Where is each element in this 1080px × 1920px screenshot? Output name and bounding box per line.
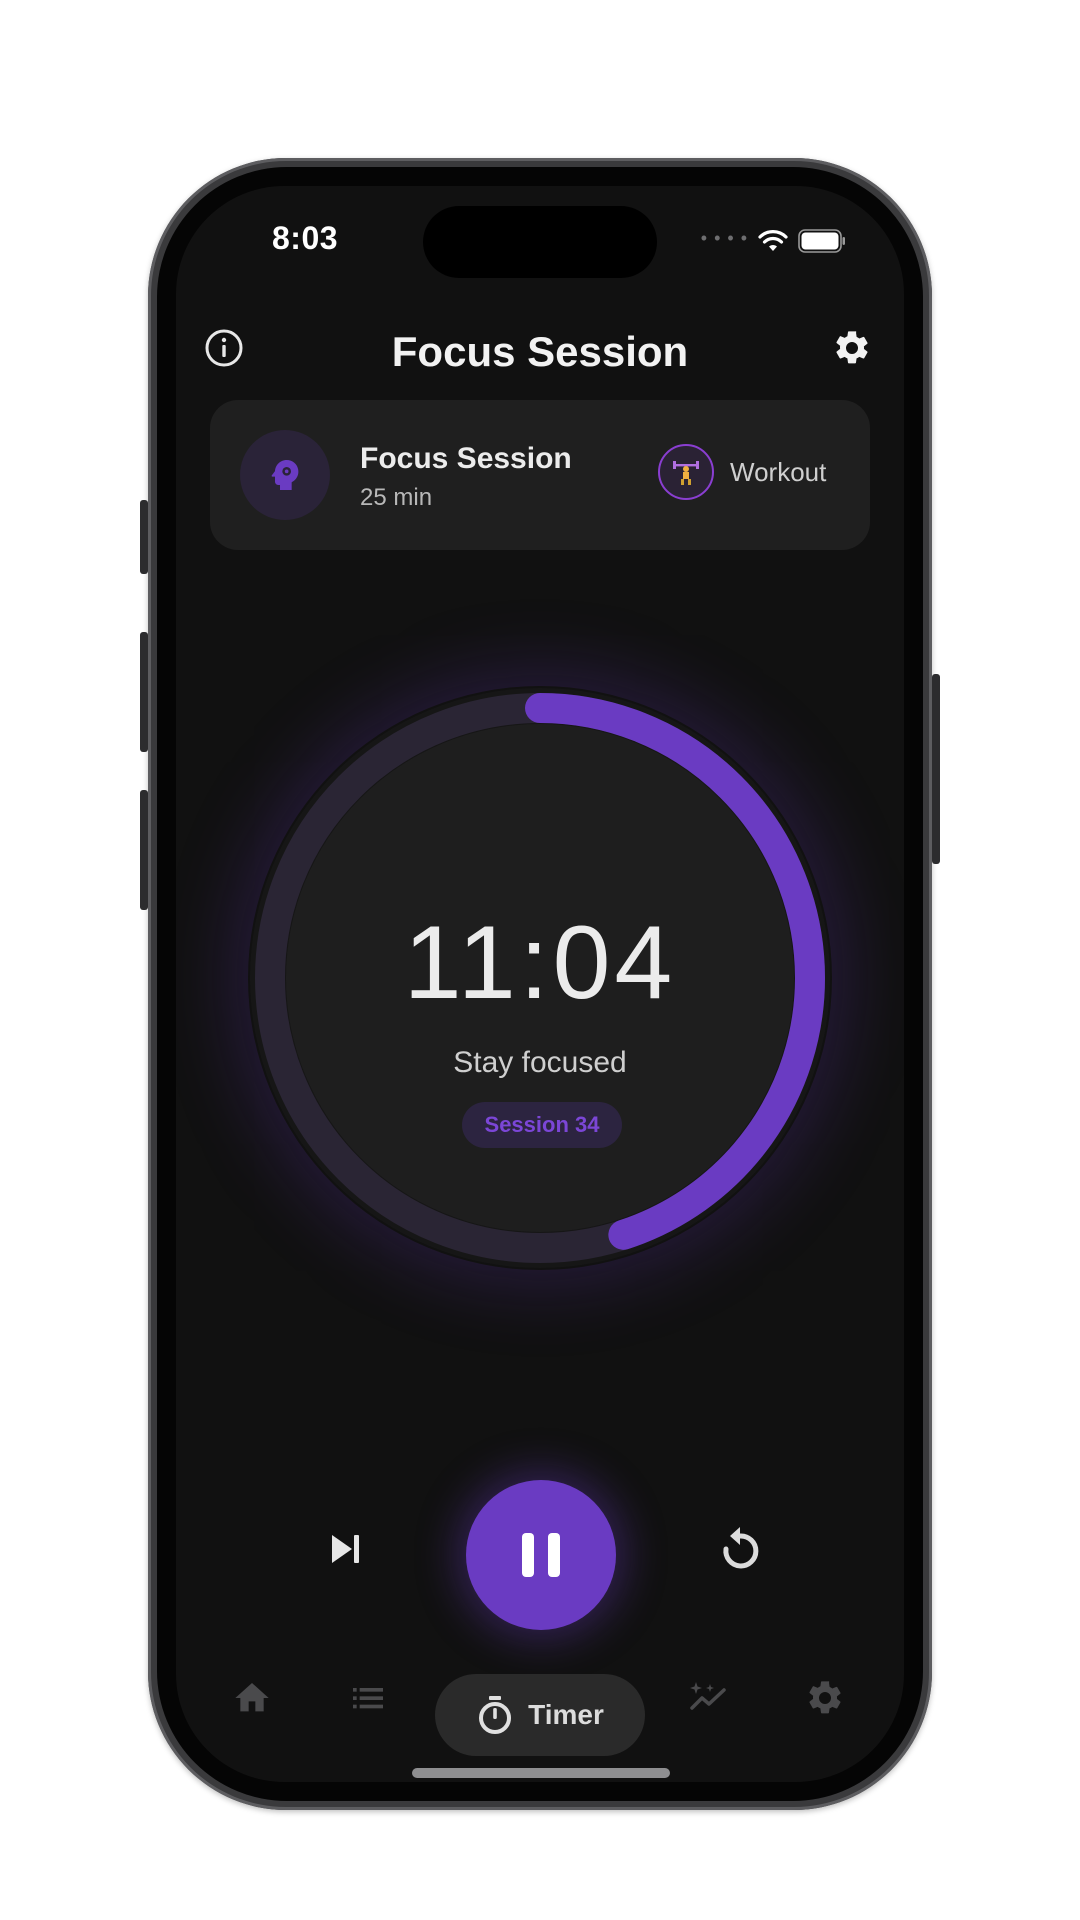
session-title: Focus Session (360, 442, 572, 475)
sparkle-chart-icon (690, 1682, 726, 1710)
brain-gear-icon (271, 459, 299, 490)
battery-icon (798, 229, 845, 253)
pause-icon (522, 1533, 560, 1577)
weightlifter-icon (658, 444, 714, 500)
session-duration: 25 min (360, 484, 433, 511)
skip-next-icon (332, 1535, 359, 1563)
skip-button[interactable] (326, 1529, 366, 1574)
workout-chip[interactable]: Workout (658, 444, 826, 500)
volume-up-button (140, 632, 148, 752)
volume-down-button (140, 790, 148, 910)
status-icons: • • • • (701, 226, 846, 256)
cellular-signal-icon: • • • • (700, 227, 748, 248)
settings-button[interactable] (826, 322, 878, 374)
tab-insights[interactable] (688, 1678, 730, 1723)
gear-icon (809, 1681, 841, 1714)
home-indicator[interactable] (412, 1768, 670, 1778)
action-button (140, 500, 148, 574)
pause-button[interactable] (466, 1480, 616, 1630)
gear-icon (836, 331, 868, 364)
tab-timer[interactable]: Timer (435, 1674, 645, 1756)
power-button (932, 674, 940, 864)
stopwatch-icon (479, 1696, 512, 1734)
status-time: 8:03 (272, 220, 339, 256)
page-title: Focus Session (391, 328, 689, 375)
session-avatar (240, 430, 330, 520)
tab-settings[interactable] (805, 1678, 845, 1723)
tab-list[interactable] (348, 1678, 388, 1723)
app-screen: 8:03 • • • • Focus Session Focus Session… (176, 186, 904, 1782)
tab-timer-label: Timer (528, 1699, 604, 1730)
dynamic-island (423, 206, 657, 278)
home-icon (235, 1683, 269, 1712)
reset-icon (723, 1527, 759, 1569)
tab-home[interactable] (232, 1678, 272, 1723)
session-count-badge: Session 34 (462, 1102, 622, 1148)
timer-countdown: 11:04 (403, 905, 677, 1021)
timer-message: Stay focused (453, 1046, 627, 1079)
wifi-icon (758, 230, 788, 251)
reset-button[interactable] (716, 1525, 764, 1582)
session-card[interactable]: Focus Session 25 min Workout (210, 400, 870, 550)
list-icon (353, 1688, 383, 1709)
workout-label: Workout (730, 456, 827, 487)
